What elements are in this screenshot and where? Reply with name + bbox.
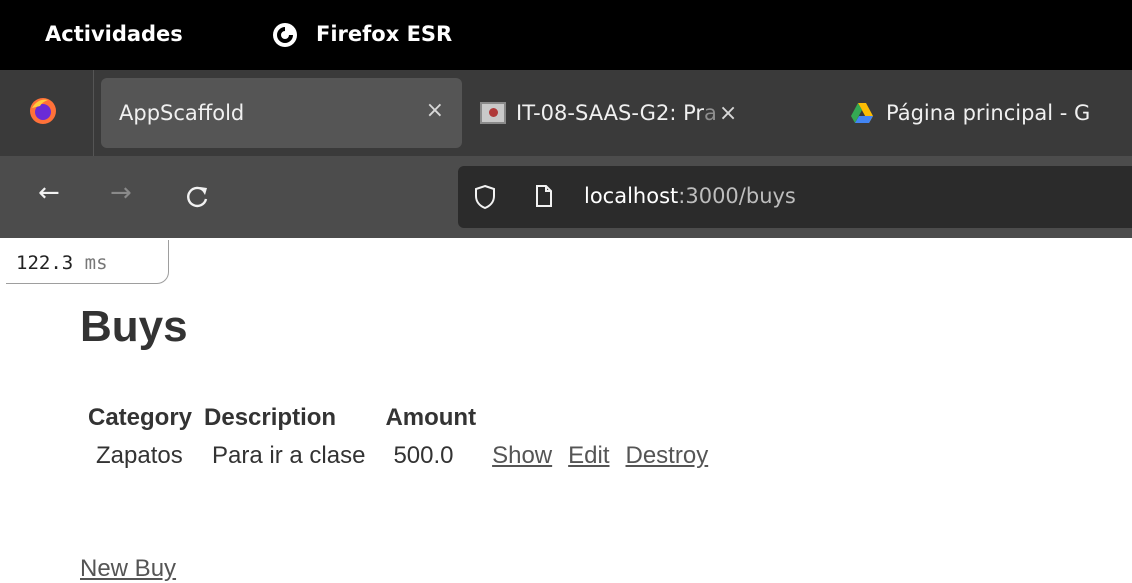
cell-category: Zapatos bbox=[96, 442, 183, 469]
gnome-top-bar: Actividades Firefox ESR bbox=[0, 0, 1132, 70]
tab-pagina-principal[interactable]: Página principal - G bbox=[850, 78, 1132, 148]
back-arrow-icon[interactable]: ← bbox=[38, 178, 60, 208]
tab-separator bbox=[93, 70, 94, 156]
navigation-bar: ← → localhost:3000/buys bbox=[0, 156, 1132, 238]
column-header-empty bbox=[564, 404, 613, 432]
forward-arrow-icon[interactable]: → bbox=[110, 178, 132, 208]
app-menu-name[interactable]: Firefox ESR bbox=[316, 22, 452, 46]
cell-description: Para ir a clase bbox=[212, 442, 366, 469]
url-text[interactable]: localhost:3000/buys bbox=[584, 184, 796, 208]
activities-button[interactable]: Actividades bbox=[45, 22, 183, 46]
google-drive-icon bbox=[851, 103, 873, 123]
reload-icon[interactable] bbox=[184, 182, 210, 212]
perf-unit: ms bbox=[84, 252, 108, 274]
column-header-amount: Amount bbox=[385, 404, 477, 431]
table-header-row: Category Description Amount bbox=[88, 404, 712, 432]
column-header-empty bbox=[622, 404, 713, 432]
column-header-empty bbox=[488, 404, 556, 432]
tab-title: AppScaffold bbox=[119, 101, 245, 125]
tab-title: Página principal - G bbox=[886, 101, 1091, 125]
cell-amount: 500.0 bbox=[393, 442, 454, 469]
column-header-category: Category bbox=[88, 404, 193, 431]
perf-value: 122.3 bbox=[16, 252, 74, 274]
firefox-logo-icon bbox=[273, 23, 297, 47]
tab-title: IT-08-SAAS-G2: Pr bbox=[516, 101, 704, 125]
table-row: Zapatos Para ir a clase 500.0 Show Edit … bbox=[88, 442, 712, 470]
destroy-link[interactable]: Destroy bbox=[626, 442, 709, 469]
url-bar[interactable]: localhost:3000/buys bbox=[458, 166, 1132, 228]
tab-appscaffold[interactable]: AppScaffold × bbox=[101, 78, 462, 148]
tab-it08-saas[interactable]: IT-08-SAAS-G2: Pr a × bbox=[480, 78, 820, 148]
tab-strip: AppScaffold × IT-08-SAAS-G2: Pr a × Página… bbox=[0, 70, 1132, 156]
buys-table: Category Description Amount Zapatos Para… bbox=[80, 394, 720, 480]
firefox-view-icon[interactable] bbox=[28, 96, 58, 126]
new-buy-link[interactable]: New Buy bbox=[80, 555, 176, 583]
edit-link[interactable]: Edit bbox=[568, 442, 609, 469]
close-tab-icon[interactable]: × bbox=[719, 101, 737, 126]
close-tab-icon[interactable]: × bbox=[426, 98, 444, 123]
page-info-icon[interactable] bbox=[534, 184, 554, 208]
page-favicon-icon bbox=[480, 102, 506, 124]
shield-icon[interactable] bbox=[474, 184, 496, 210]
tab-title-fade: a bbox=[704, 101, 717, 125]
column-header-description: Description bbox=[204, 404, 337, 431]
page-title: Buys bbox=[80, 302, 188, 351]
performance-badge[interactable]: 122.3 ms bbox=[6, 240, 169, 284]
show-link[interactable]: Show bbox=[492, 442, 552, 469]
